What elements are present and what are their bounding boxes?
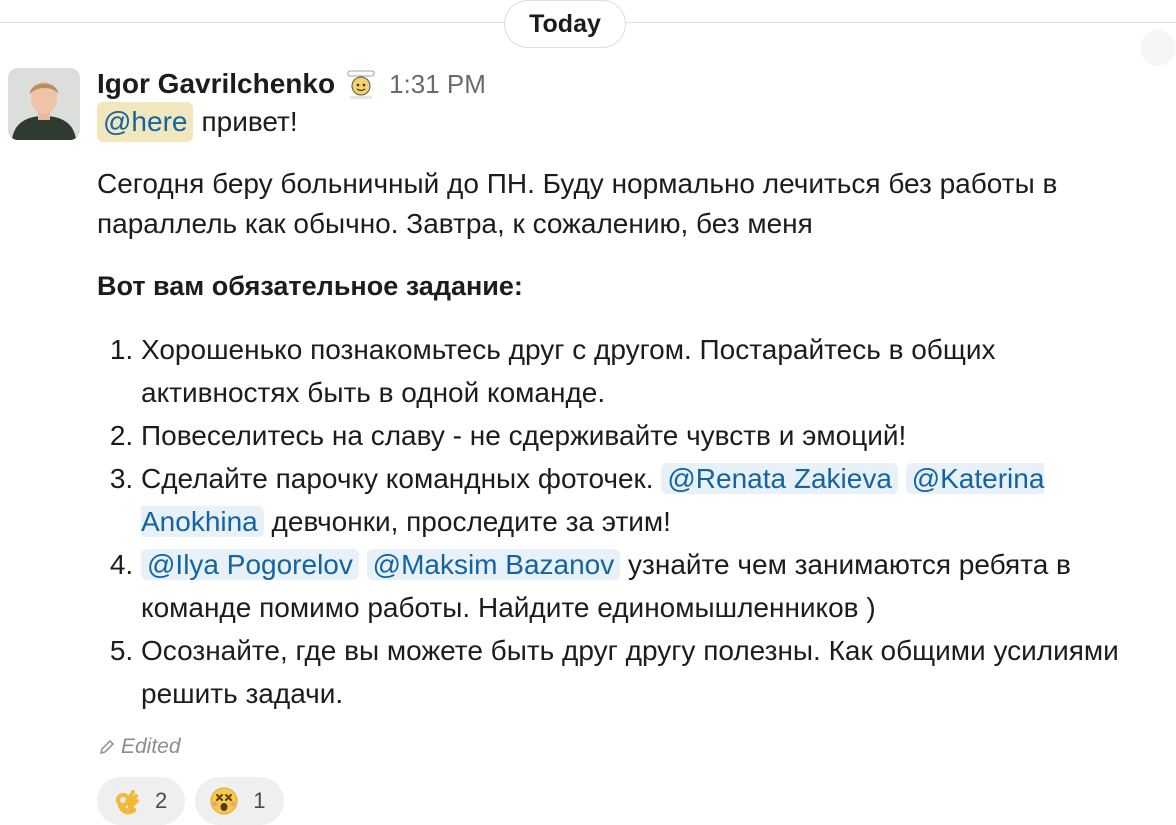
task-item: Сделайте парочку командных фоточек. @Ren… [141,457,1157,543]
reaction-count: 1 [253,788,266,813]
badge-emoji-icon[interactable] [345,68,377,100]
task-heading: Вот вам обязательное задание: [97,271,523,301]
task-list: Хорошенько познакомьтесь друг с другом. … [97,328,1157,715]
user-mention[interactable]: @Ilya Pogorelov [141,549,359,580]
task-text: девчонки, проследите за этим! [263,506,671,537]
task-text: Сделайте парочку командных фоточек. [141,463,662,494]
reactions-bar: 2 1 [97,777,1157,825]
message-time[interactable]: 1:31 PM [389,69,486,100]
task-text: Осознайте, где вы можете быть друг другу… [141,635,1119,709]
author-name[interactable]: Igor Gavrilchenko [97,68,335,100]
task-item: Повеселитесь на славу - не сдерживайте ч… [141,414,1157,457]
reaction-count: 2 [155,788,168,813]
ok-hand-icon [111,786,141,816]
task-item: @Ilya Pogorelov @Maksim Bazanov узнайте … [141,543,1157,629]
message-header: Igor Gavrilchenko 1:31 PM [97,60,1157,108]
date-divider-label: Today [529,9,601,38]
pencil-icon [99,739,115,755]
message-paragraph: Сегодня беру больничный до ПН. Буду норм… [97,168,1058,239]
greeting-line: @here привет! [97,102,1157,142]
task-item: Хорошенько познакомьтесь друг с другом. … [141,328,1157,414]
task-text: Хорошенько познакомьтесь друг с другом. … [141,334,996,408]
user-mention[interactable]: @Maksim Bazanov [366,549,621,580]
task-item: Осознайте, где вы можете быть друг другу… [141,629,1157,715]
date-divider-pill[interactable]: Today [504,0,626,48]
edited-label: Edited [121,735,181,758]
reaction-dizzy-face[interactable]: 1 [195,777,284,825]
avatar-image [8,68,80,140]
dizzy-face-icon [209,786,239,816]
task-text: Повеселитесь на славу - не сдерживайте ч… [141,420,907,451]
edited-indicator: Edited [97,735,1157,759]
reaction-ok-hand[interactable]: 2 [97,777,186,825]
here-mention[interactable]: @here [97,102,194,142]
user-mention[interactable]: @Renata Zakieva [661,463,898,494]
avatar[interactable] [8,68,80,140]
message: Igor Gavrilchenko 1:31 PM @here привет! … [97,60,1157,825]
greeting-text: привет! [201,106,298,137]
